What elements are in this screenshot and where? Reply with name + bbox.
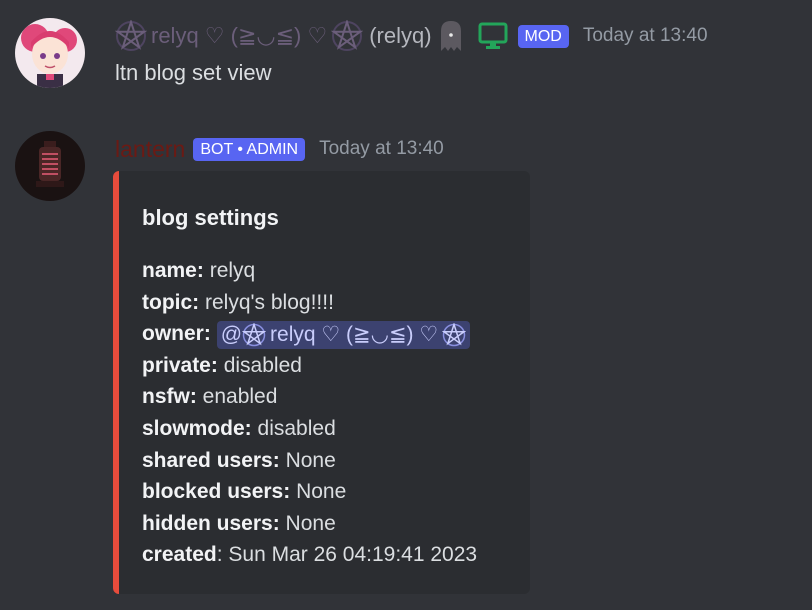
- bot-display-name[interactable]: lantern: [115, 136, 185, 163]
- ghost-icon: [438, 19, 464, 53]
- message-timestamp[interactable]: Today at 13:40: [319, 138, 444, 160]
- field-blocked-users: blocked users: None: [142, 480, 347, 504]
- bot-admin-badge: BOT • ADMIN: [193, 137, 306, 161]
- embed-title: blog settings: [142, 205, 279, 230]
- owner-mention[interactable]: @ relyq ♡ (≧◡≦) ♡: [216, 320, 471, 349]
- blog-settings-embed: blog settings name: relyq topic: relyq's…: [113, 171, 530, 594]
- message-timestamp[interactable]: Today at 13:40: [583, 25, 708, 47]
- field-shared-users: shared users: None: [142, 448, 336, 472]
- bot-avatar-lantern[interactable]: [15, 131, 85, 201]
- message-header-relyq: relyq ♡ (≧◡≦) ♡ (relyq) MOD Today at 13:…: [114, 18, 708, 54]
- pentagram-icon: [114, 18, 148, 52]
- field-nsfw: nsfw: enabled: [142, 385, 278, 409]
- field-owner: owner: @ relyq ♡ (≧◡≦) ♡: [142, 318, 477, 350]
- user-avatar-relyq[interactable]: [15, 18, 85, 88]
- pentagram-icon: [330, 18, 364, 52]
- pentagram-icon: [242, 322, 267, 346]
- author-display-name[interactable]: relyq ♡ (≧◡≦) ♡: [151, 23, 327, 49]
- field-slowmode: slowmode: disabled: [142, 416, 336, 440]
- author-username-tag: (relyq): [369, 23, 432, 48]
- field-hidden-users: hidden users: None: [142, 511, 336, 535]
- pentagram-icon: [442, 322, 467, 346]
- role-badge-mod: MOD: [517, 24, 569, 48]
- field-name: name: relyq: [142, 259, 256, 282]
- message-header-lantern: lantern BOT • ADMIN Today at 13:40: [115, 133, 444, 165]
- field-created: created: Sun Mar 26 04:19:41 2023: [142, 543, 478, 567]
- field-topic: topic: relyq's blog!!!!: [142, 290, 334, 314]
- embed-fields: name: relyq topic: relyq's blog!!!! owne…: [142, 255, 477, 571]
- message-content: ltn blog set view: [115, 60, 272, 85]
- monitor-icon: [478, 22, 508, 50]
- field-private: private: disabled: [142, 353, 302, 377]
